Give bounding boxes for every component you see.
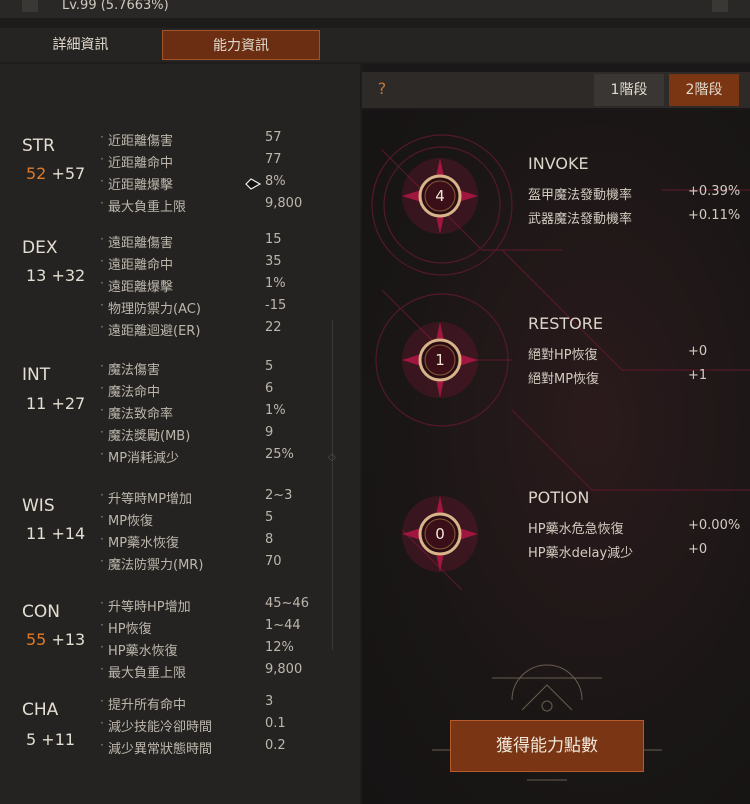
scrollbar-track[interactable] — [332, 320, 333, 650]
stats-panel: STR 52 +57 · 近距離傷害 57 · 近距離命中 77 · 近距離爆擊 8% · 最… — [0, 64, 360, 804]
stat-row: · 升等時HP增加 45~46 — [100, 596, 309, 615]
stat-row: · 升等時MP增加 2~3 — [100, 488, 293, 507]
stat-value-dex: 13 +32 — [26, 266, 85, 285]
stat-row: · 遠距離命中 35 — [100, 254, 282, 273]
stat-bonus: +14 — [51, 524, 86, 543]
potion-title: POTION — [528, 488, 590, 507]
restore-row: 絕對HP恢復 +0 — [528, 344, 708, 363]
potion-row: HP藥水delay減少 +0 — [528, 542, 708, 561]
stat-row: · 近距離命中 77 — [100, 152, 282, 171]
stat-row: · 近距離爆擊 8% — [100, 174, 286, 193]
skill-panel-header: ? 1階段 2階段 — [362, 72, 750, 108]
stat-base: 11 — [26, 524, 47, 543]
stat-base: 55 — [26, 630, 47, 649]
stat-name-wis: WIS — [22, 496, 55, 516]
invoke-level: 4 — [435, 187, 445, 205]
stat-row: · 魔法命中 6 — [100, 381, 274, 400]
stat-bonus: +27 — [51, 394, 86, 413]
stat-row: · HP恢復 1~44 — [100, 618, 301, 637]
stat-row: · 遠距離迴避(ER) 22 — [100, 320, 282, 339]
potion-level: 0 — [435, 525, 445, 543]
stat-bonus: +32 — [51, 266, 86, 285]
stat-row: · 減少技能冷卻時間 0.1 — [100, 716, 286, 735]
restore-title: RESTORE — [528, 314, 603, 333]
stat-row: · 近距離傷害 57 — [100, 130, 282, 149]
stat-row: · 魔法傷害 5 — [100, 359, 274, 378]
stat-bonus: +11 — [41, 730, 76, 749]
back-icon[interactable] — [22, 0, 38, 12]
scrollbar-thumb[interactable]: ◇ — [328, 452, 336, 463]
stage-1-tab[interactable]: 1階段 — [594, 74, 664, 106]
stat-value-int: 11 +27 — [26, 394, 85, 413]
tab-details[interactable]: 詳細資訊 — [18, 30, 143, 60]
stat-row: · MP恢復 5 — [100, 510, 274, 529]
stat-name-str: STR — [22, 136, 55, 156]
tab-bar: 詳細資訊 能力資訊 — [0, 28, 750, 62]
stat-row: · 減少異常狀態時間 0.2 — [100, 738, 286, 757]
invoke-title: INVOKE — [528, 154, 589, 173]
stat-row: · HP藥水恢復 12% — [100, 640, 294, 659]
restore-row: 絕對MP恢復 +1 — [528, 368, 708, 387]
invoke-row: 盔甲魔法發動機率 +0.39% — [528, 184, 741, 203]
stat-bonus: +13 — [51, 630, 86, 649]
stat-row: · 最大負重上限 9,800 — [100, 662, 303, 681]
stat-row: · 物理防禦力(AC) -15 — [100, 298, 287, 317]
stat-value-cha: 5 +11 — [26, 730, 75, 749]
level-text: Lv.99 (5.7663%) — [62, 0, 169, 13]
skill-panel: ? 1階段 2階段 4 1 0 INVOKE 盔甲魔法發動機率 +0.39% 武… — [362, 64, 750, 804]
stat-row: · 最大負重上限 9,800 — [100, 196, 303, 215]
title-bar: Lv.99 (5.7663%) — [0, 0, 750, 18]
stat-base: 5 — [26, 730, 37, 749]
window-control-icon[interactable] — [712, 0, 728, 12]
stat-name-int: INT — [22, 365, 51, 385]
skill-tree: 4 1 0 INVOKE 盔甲魔法發動機率 +0.39% 武器魔法發動機率 +0.1… — [362, 110, 750, 804]
invoke-row: 武器魔法發動機率 +0.11% — [528, 208, 741, 227]
stat-bonus: +57 — [51, 164, 86, 183]
stat-row: · 魔法致命率 1% — [100, 403, 286, 422]
tab-ability[interactable]: 能力資訊 — [162, 30, 320, 60]
stat-base: 52 — [26, 164, 47, 183]
stat-row: · MP藥水恢復 8 — [100, 532, 274, 551]
stage-2-tab[interactable]: 2階段 — [669, 74, 739, 106]
get-ability-points-button[interactable]: 獲得能力點數 — [450, 720, 644, 772]
stat-value-str: 52 +57 — [26, 164, 85, 183]
stat-row: · 遠距離爆擊 1% — [100, 276, 286, 295]
stat-name-con: CON — [22, 602, 60, 622]
stat-value-wis: 11 +14 — [26, 524, 85, 543]
stat-name-cha: CHA — [22, 700, 59, 720]
stat-row: · MP消耗減少 25% — [100, 447, 294, 466]
cursor-icon — [245, 178, 262, 190]
help-icon[interactable]: ? — [370, 76, 394, 102]
restore-level: 1 — [435, 351, 445, 369]
stat-row: · 魔法防禦力(MR) 70 — [100, 554, 282, 573]
stat-row: · 提升所有命中 3 — [100, 694, 274, 713]
stat-row: · 遠距離傷害 15 — [100, 232, 282, 251]
stat-value-con: 55 +13 — [26, 630, 85, 649]
stat-base: 11 — [26, 394, 47, 413]
stat-base: 13 — [26, 266, 47, 285]
stat-row: · 魔法獎勵(MB) 9 — [100, 425, 274, 444]
stat-name-dex: DEX — [22, 238, 58, 258]
potion-row: HP藥水危急恢復 +0.00% — [528, 518, 741, 537]
